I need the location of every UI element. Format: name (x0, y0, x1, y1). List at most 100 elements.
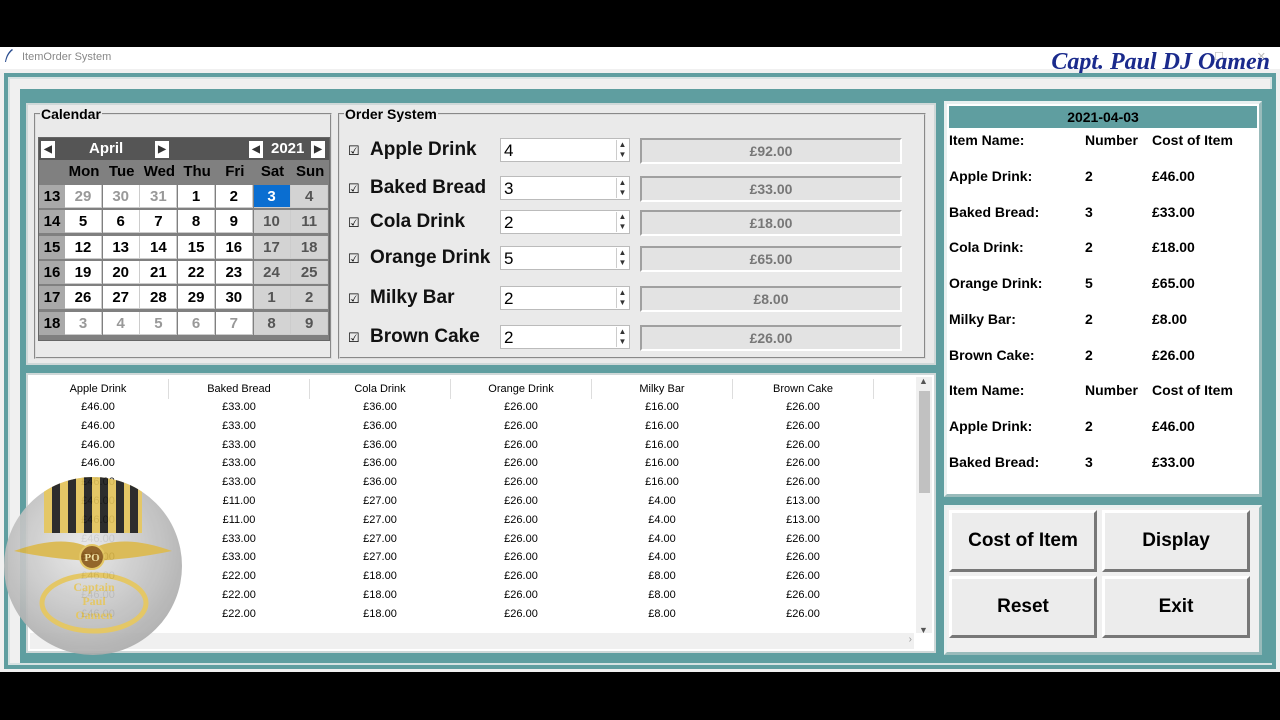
checkbox[interactable]: ☑ (348, 182, 362, 196)
vertical-scrollbar[interactable]: ▲ ▼ (916, 376, 932, 635)
spin-up-icon[interactable]: ▲ (616, 212, 628, 222)
scroll-down-icon[interactable]: ▼ (919, 625, 928, 635)
calendar-day[interactable]: 16 (215, 235, 253, 259)
column-header[interactable]: Apple Drink (28, 379, 169, 399)
next-year-icon[interactable]: ▶ (311, 141, 325, 158)
reset-button[interactable]: Reset (949, 576, 1097, 638)
quantity-spinbox[interactable]: 3 ▲ ▼ (500, 176, 630, 200)
quantity-spinbox[interactable]: 5 ▲ ▼ (500, 246, 630, 270)
calendar-day[interactable]: 29 (178, 286, 216, 310)
column-header[interactable]: Cola Drink (310, 379, 451, 399)
quantity-spinbox[interactable]: 4 ▲ ▼ (500, 138, 630, 162)
calendar-day[interactable]: 24 (253, 260, 291, 284)
calendar-day[interactable]: 12 (65, 235, 102, 259)
calendar-day[interactable]: 11 (291, 210, 329, 234)
calendar-day[interactable]: 4 (291, 185, 329, 208)
calendar-day[interactable]: 22 (178, 260, 216, 284)
calendar-day[interactable]: 5 (65, 210, 102, 234)
calendar-day[interactable]: 26 (65, 286, 102, 310)
calendar-day[interactable]: 9 (215, 210, 253, 234)
prev-month-icon[interactable]: ◀ (41, 141, 55, 158)
checkbox[interactable]: ☑ (348, 144, 362, 158)
table-cell: £26.00 (786, 457, 820, 470)
spin-up-icon[interactable]: ▲ (616, 327, 628, 337)
spin-down-icon[interactable]: ▼ (616, 188, 628, 198)
calendar-day[interactable]: 8 (253, 311, 291, 335)
spin-down-icon[interactable]: ▼ (616, 337, 628, 347)
exit-button[interactable]: Exit (1102, 576, 1250, 638)
calendar-day[interactable]: 31 (140, 185, 178, 208)
calendar-day[interactable]: 23 (215, 260, 253, 284)
calendar-day[interactable]: 3 (253, 185, 291, 208)
table-cell: £26.00 (504, 419, 538, 432)
next-month-icon[interactable]: ▶ (155, 141, 169, 158)
column-header[interactable]: Brown Cake (733, 379, 874, 399)
calendar-day[interactable]: 30 (215, 286, 253, 310)
calendar-day[interactable]: 28 (140, 286, 178, 310)
calendar-day[interactable]: 30 (102, 185, 140, 208)
day-of-week-4: Fri (225, 163, 245, 180)
calendar-day[interactable]: 29 (65, 185, 102, 208)
spin-up-icon[interactable]: ▲ (616, 140, 628, 150)
display-button[interactable]: Display (1102, 510, 1250, 572)
calendar-day[interactable]: 21 (140, 260, 178, 284)
spin-down-icon[interactable]: ▼ (616, 222, 628, 232)
receipt-header-name: Item Name: (949, 132, 1025, 148)
calendar-day[interactable]: 2 (215, 185, 253, 208)
calendar-day[interactable]: 6 (178, 311, 216, 335)
calendar-day[interactable]: 27 (102, 286, 140, 310)
receipt-row-number: 5 (1085, 275, 1093, 292)
spin-down-icon[interactable]: ▼ (616, 258, 628, 268)
calendar-day[interactable]: 7 (140, 210, 178, 234)
calendar-day[interactable]: 3 (65, 311, 102, 335)
spin-up-icon[interactable]: ▲ (616, 178, 628, 188)
calendar-day[interactable]: 4 (102, 311, 140, 335)
order-group: Order System ☑ Apple Drink 4 ▲ ▼ £92.00 ☑ Baked… (338, 106, 926, 359)
table-cell: £46.00 (81, 419, 115, 432)
quantity-spinbox[interactable]: 2 ▲ ▼ (500, 286, 630, 310)
calendar-day[interactable]: 19 (65, 260, 102, 284)
spin-up-icon[interactable]: ▲ (616, 288, 628, 298)
scroll-thumb[interactable] (919, 391, 930, 493)
checkbox[interactable]: ☑ (348, 292, 362, 306)
spin-down-icon[interactable]: ▼ (616, 150, 628, 160)
horizontal-scrollbar[interactable]: › (30, 633, 914, 649)
table-cell: £46.00 (81, 457, 115, 470)
column-header[interactable]: Milky Bar (592, 379, 733, 399)
cost-of-item-button[interactable]: Cost of Item (949, 510, 1097, 572)
calendar-day[interactable]: 6 (102, 210, 140, 234)
outer-frame: Calendar ◀ April ▶ ◀ 2021 ▶ Mon Tue Wed … (4, 73, 1276, 669)
calendar-day[interactable]: 8 (178, 210, 216, 234)
table-cell: £26.00 (504, 476, 538, 489)
checkbox[interactable]: ☑ (348, 252, 362, 266)
calendar-day[interactable]: 2 (291, 286, 329, 310)
prev-year-icon[interactable]: ◀ (249, 141, 263, 158)
quantity-spinbox[interactable]: 2 ▲ ▼ (500, 210, 630, 234)
calendar-day[interactable]: 9 (291, 311, 329, 335)
calendar-day[interactable]: 1 (253, 286, 291, 310)
table-cell: £33.00 (222, 438, 256, 451)
column-header[interactable]: Baked Bread (169, 379, 310, 399)
calendar-day[interactable]: 20 (102, 260, 140, 284)
scroll-up-icon[interactable]: ▲ (919, 376, 928, 386)
checkbox[interactable]: ☑ (348, 216, 362, 230)
calendar-day[interactable]: 15 (178, 235, 216, 259)
calendar-day[interactable]: 5 (140, 311, 178, 335)
calendar-day[interactable]: 17 (253, 235, 291, 259)
calendar-day[interactable]: 1 (178, 185, 216, 208)
calendar-day[interactable]: 7 (215, 311, 253, 335)
column-header[interactable]: Orange Drink (451, 379, 592, 399)
scroll-right-icon[interactable]: › (909, 634, 912, 645)
calendar-day[interactable]: 18 (291, 235, 329, 259)
calendar-day[interactable]: 14 (140, 235, 178, 259)
calendar-day[interactable]: 13 (102, 235, 140, 259)
checkbox[interactable]: ☑ (348, 331, 362, 345)
receipt-row-number: 2 (1085, 310, 1093, 327)
calendar-day[interactable]: 10 (253, 210, 291, 234)
spin-down-icon[interactable]: ▼ (616, 298, 628, 308)
quantity-spinbox[interactable]: 2 ▲ ▼ (500, 325, 630, 349)
table-cell: £36.00 (363, 401, 397, 413)
spin-up-icon[interactable]: ▲ (616, 248, 628, 258)
calendar-day[interactable]: 25 (291, 260, 329, 284)
table-cell: £22.00 (222, 570, 256, 583)
